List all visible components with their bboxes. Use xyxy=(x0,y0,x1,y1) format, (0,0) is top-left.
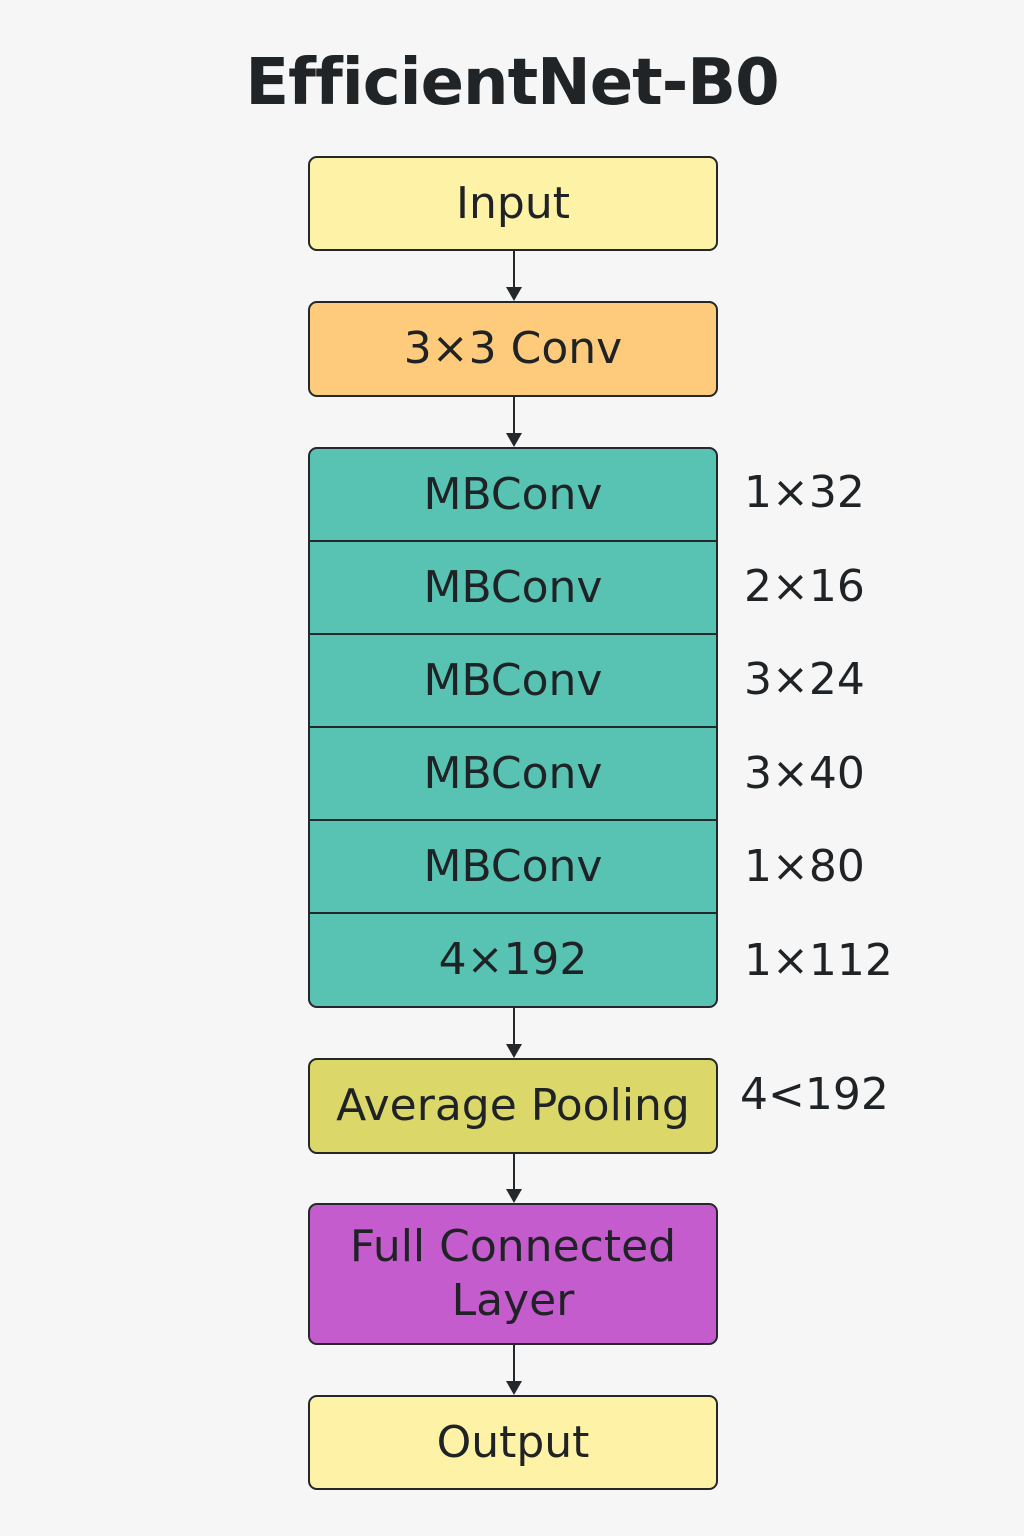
mbconv-block-4: MBConv xyxy=(310,728,716,821)
mbconv-block-5: MBConv xyxy=(310,821,716,914)
mbconv-block-label: MBConv xyxy=(423,655,603,706)
stage-size-label: 3×40 xyxy=(744,748,865,799)
arrow-conv-to-mbconv xyxy=(506,397,522,447)
arrow-fc-to-output xyxy=(506,1345,522,1395)
stage-size-label: 1×112 xyxy=(744,935,893,986)
fc-node-label: Full Connected Layer xyxy=(349,1221,677,1326)
pooling-node: Average Pooling xyxy=(308,1058,718,1154)
pooling-size-label: 4<192 xyxy=(740,1069,889,1120)
mbconv-block-label: MBConv xyxy=(423,562,603,613)
mbconv-block-6: 4×192 xyxy=(310,914,716,1005)
arrow-pooling-to-fc xyxy=(506,1154,522,1203)
arrow-mbconv-to-pooling xyxy=(506,1008,522,1058)
conv-node-label: 3×3 Conv xyxy=(403,323,623,374)
output-node: Output xyxy=(308,1395,718,1490)
stage-size-label: 3×24 xyxy=(744,654,865,705)
mbconv-block-label: MBConv xyxy=(423,469,603,520)
mbconv-block-3: MBConv xyxy=(310,635,716,728)
input-node: Input xyxy=(308,156,718,251)
pooling-node-label: Average Pooling xyxy=(336,1080,690,1131)
mbconv-block-2: MBConv xyxy=(310,542,716,635)
output-node-label: Output xyxy=(436,1416,590,1468)
mbconv-block-label: 4×192 xyxy=(438,934,588,985)
arrow-input-to-conv xyxy=(506,251,522,301)
conv-node: 3×3 Conv xyxy=(308,301,718,397)
diagram-title: EfficientNet-B0 xyxy=(245,46,779,120)
stage-size-label: 1×80 xyxy=(744,841,865,892)
fc-node: Full Connected Layer xyxy=(308,1203,718,1345)
mbconv-block-label: MBConv xyxy=(423,841,603,892)
stage-size-label: 1×32 xyxy=(744,467,865,518)
stage-size-label: 2×16 xyxy=(744,561,865,612)
mbconv-stack: MBConv MBConv MBConv MBConv MBConv 4×192 xyxy=(308,447,718,1008)
input-node-label: Input xyxy=(456,177,570,229)
mbconv-block-1: MBConv xyxy=(310,449,716,542)
mbconv-block-label: MBConv xyxy=(423,748,603,799)
